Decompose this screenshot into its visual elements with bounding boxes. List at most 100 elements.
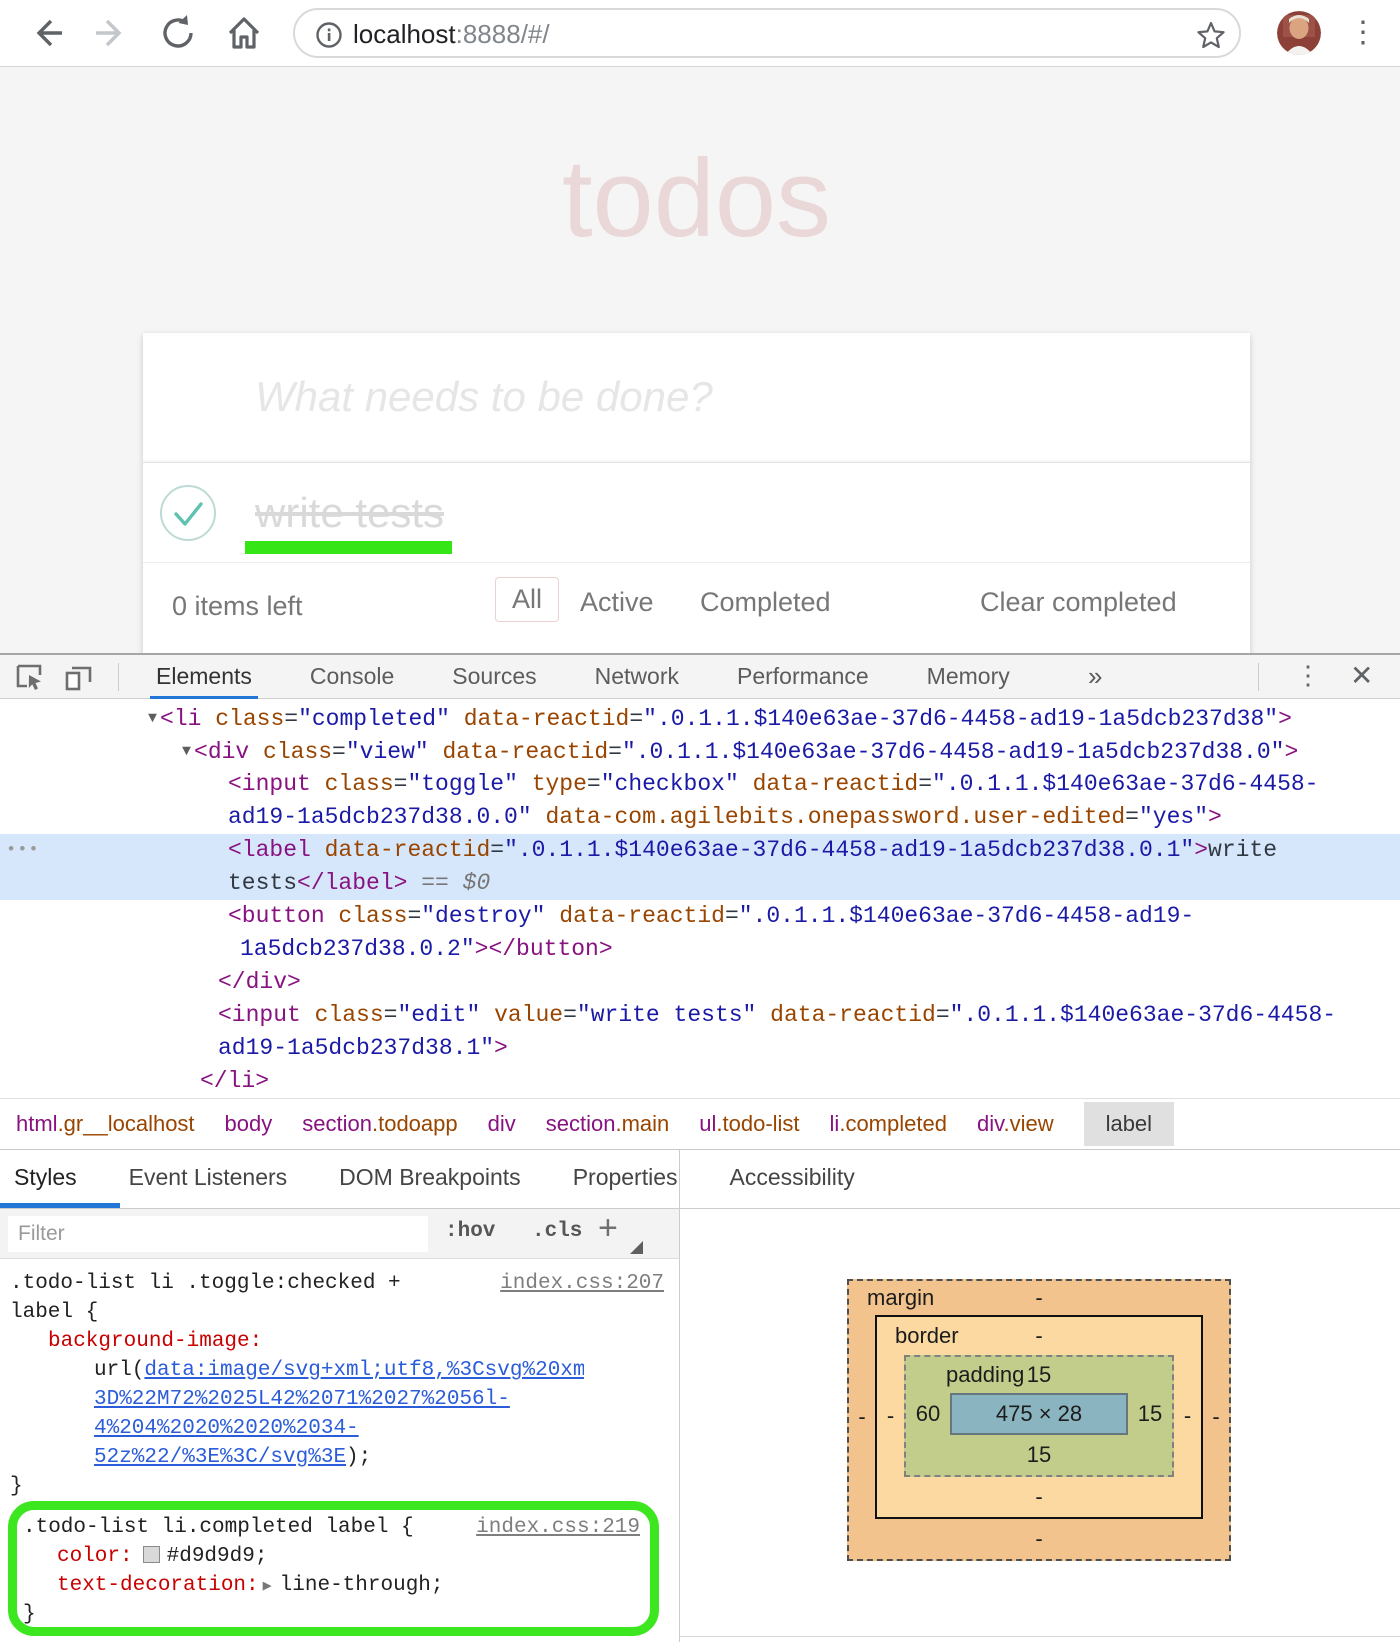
tree-node[interactable]: ▼<div class="view" data-reactid=".0.1.1.… xyxy=(0,735,1400,768)
margin-bottom-value[interactable]: - xyxy=(849,1526,1229,1552)
home-icon[interactable] xyxy=(224,13,264,53)
rule1-property-name[interactable]: background-image: xyxy=(48,1330,262,1353)
styles-filter-input[interactable] xyxy=(8,1216,428,1252)
tree-node[interactable]: <input class="toggle" type="checkbox" da… xyxy=(0,768,1400,801)
filter-completed[interactable]: Completed xyxy=(700,587,831,618)
rule1-close-brace: } xyxy=(10,1472,672,1501)
devtools-tab-network[interactable]: Network xyxy=(589,655,685,699)
box-model-padding[interactable]: padding 15 60 475 × 28 15 15 xyxy=(904,1355,1174,1477)
screen: localhost:8888/#/ ⋮ todos What needs to … xyxy=(0,0,1400,1642)
rule1-property-value[interactable]: url(data:image/svg+xml;utf8,%3Csvg%20xml… xyxy=(10,1356,672,1472)
breadcrumb-item-ul[interactable]: ul.todo-list xyxy=(699,1111,799,1137)
devtools-tab-elements[interactable]: Elements xyxy=(150,655,258,699)
inspect-element-icon[interactable] xyxy=(14,662,44,692)
styles-tab-accessibility[interactable]: Accessibility xyxy=(730,1150,855,1208)
styles-tab-dom-breakpoints[interactable]: DOM Breakpoints xyxy=(339,1150,521,1208)
box-model-margin[interactable]: margin - - border - - xyxy=(847,1279,1231,1561)
breadcrumb-item-div[interactable]: div xyxy=(488,1111,516,1137)
rule1-source-link[interactable]: index.css:207 xyxy=(500,1269,664,1298)
css-rule-completed-label[interactable]: .todo-list li.completed label { index.cs… xyxy=(17,1510,650,1627)
devtools-toolbar: Elements Console Sources Network Performance… xyxy=(0,655,1400,699)
tree-node[interactable]: ad19-1a5dcb237d38.0.0" data-com.agilebit… xyxy=(0,801,1400,834)
avatar[interactable] xyxy=(1277,11,1321,55)
device-toolbar-icon[interactable] xyxy=(64,662,94,692)
todo-checkbox-checked-icon[interactable] xyxy=(158,483,218,543)
devtools-tab-performance[interactable]: Performance xyxy=(731,655,875,699)
tree-node[interactable]: 1a5dcb237d38.0.2"></button> xyxy=(0,933,1400,966)
border-left-value[interactable]: - xyxy=(877,1355,904,1477)
margin-right-value[interactable]: - xyxy=(1203,1315,1229,1519)
elements-tree[interactable]: ▼<li class="completed" data-reactid=".0.… xyxy=(0,700,1400,1098)
styles-pane-divider[interactable] xyxy=(679,1150,680,1642)
rule2-selector: .todo-list li.completed label { xyxy=(23,1516,414,1539)
styles-tab-styles[interactable]: Styles xyxy=(14,1150,77,1208)
padding-top-value[interactable]: 15 xyxy=(906,1362,1172,1388)
textdec-property-name[interactable]: text-decoration: xyxy=(57,1574,259,1597)
filter-active[interactable]: Active xyxy=(580,587,654,618)
filter-all[interactable]: All xyxy=(495,577,559,622)
todo-item-label[interactable]: write tests xyxy=(255,489,444,537)
toolbar-divider-right xyxy=(1258,663,1259,691)
breadcrumb-item-label[interactable]: label xyxy=(1084,1102,1174,1146)
reload-icon[interactable] xyxy=(158,13,198,53)
box-model-content[interactable]: 475 × 28 xyxy=(950,1393,1128,1435)
breadcrumb-item-body[interactable]: body xyxy=(225,1111,273,1137)
new-style-rule-button[interactable]: + xyxy=(598,1209,618,1248)
clear-completed-button[interactable]: Clear completed xyxy=(980,587,1177,618)
box-model-border[interactable]: border - - padding 15 60 xyxy=(875,1315,1203,1519)
page-info-icon[interactable] xyxy=(315,21,343,49)
todo-footer: 0 items left All Active Completed Clear … xyxy=(143,563,1250,653)
more-tabs-icon[interactable]: » xyxy=(1088,655,1102,697)
padding-bottom-value[interactable]: 15 xyxy=(906,1442,1172,1468)
devtools-menu-icon[interactable]: ⋮ xyxy=(1295,660,1321,691)
breadcrumb-item-html[interactable]: html.gr__localhost xyxy=(16,1111,195,1137)
tree-node[interactable]: ▼<li class="completed" data-reactid=".0.… xyxy=(0,702,1400,735)
styles-tab-event-listeners[interactable]: Event Listeners xyxy=(129,1150,288,1208)
rule2-source-link[interactable]: index.css:219 xyxy=(476,1513,640,1542)
tree-node[interactable]: <button class="destroy" data-reactid=".0… xyxy=(0,900,1400,933)
active-tab-underline xyxy=(0,1203,120,1208)
todos-app-title: todos xyxy=(143,129,1250,269)
address-bar[interactable]: localhost:8888/#/ xyxy=(293,8,1241,58)
color-property-name[interactable]: color: xyxy=(57,1545,133,1568)
tree-node[interactable]: <input class="edit" value="write tests" … xyxy=(0,999,1400,1032)
box-model-diagram[interactable]: margin - - border - - xyxy=(847,1279,1231,1561)
breadcrumb-item-section[interactable]: section.main xyxy=(546,1111,670,1137)
breadcrumb-item-div[interactable]: div.view xyxy=(977,1111,1054,1137)
tree-node[interactable]: </div> xyxy=(0,966,1400,999)
breadcrumb-item-section[interactable]: section.todoapp xyxy=(302,1111,457,1137)
border-top-value[interactable]: - xyxy=(877,1323,1201,1349)
element-classes-toggle[interactable]: .cls xyxy=(532,1220,582,1243)
color-property-value[interactable]: #d9d9d9; xyxy=(167,1545,268,1568)
styles-tab-properties[interactable]: Properties xyxy=(573,1150,678,1208)
url-text[interactable]: localhost:8888/#/ xyxy=(353,19,550,50)
devtools-tab-sources[interactable]: Sources xyxy=(446,655,542,699)
rule1-selector-line2: label { xyxy=(10,1298,672,1327)
devtools-close-icon[interactable]: ✕ xyxy=(1350,659,1373,692)
new-todo-input[interactable]: What needs to be done? xyxy=(143,333,1250,463)
back-icon[interactable] xyxy=(26,13,66,53)
chrome-menu-icon[interactable]: ⋮ xyxy=(1348,14,1378,52)
devtools-tab-memory[interactable]: Memory xyxy=(921,655,1016,699)
tree-node-selected[interactable]: •••<label data-reactid=".0.1.1.$140e63ae… xyxy=(0,834,1400,867)
tree-node[interactable]: </li> xyxy=(0,1065,1400,1098)
breadcrumb-item-li[interactable]: li.completed xyxy=(830,1111,947,1137)
bookmark-star-icon[interactable] xyxy=(1195,19,1227,51)
margin-left-value[interactable]: - xyxy=(849,1315,875,1519)
border-bottom-value[interactable]: - xyxy=(877,1484,1201,1510)
pane-bottom-divider xyxy=(680,1636,1400,1637)
tree-node-selected[interactable]: tests</label> == $0 xyxy=(0,867,1400,900)
border-right-value[interactable]: - xyxy=(1174,1355,1201,1477)
devtools-tab-console[interactable]: Console xyxy=(304,655,400,699)
hover-state-toggle[interactable]: :hov xyxy=(445,1220,495,1243)
margin-top-value[interactable]: - xyxy=(849,1285,1229,1311)
tree-node[interactable]: ad19-1a5dcb237d38.1"> xyxy=(0,1032,1400,1065)
new-todo-placeholder: What needs to be done? xyxy=(143,333,1250,461)
padding-right-value[interactable]: 15 xyxy=(1128,1393,1172,1435)
expand-arrow-icon[interactable]: ▶ xyxy=(263,1578,272,1595)
forward-icon[interactable] xyxy=(92,13,132,53)
css-rule-toggle-checked[interactable]: .todo-list li .toggle:checked + index.cs… xyxy=(10,1269,672,1501)
textdec-property-value[interactable]: line-through; xyxy=(280,1574,444,1597)
color-swatch[interactable] xyxy=(143,1546,160,1563)
padding-left-value[interactable]: 60 xyxy=(906,1393,950,1435)
